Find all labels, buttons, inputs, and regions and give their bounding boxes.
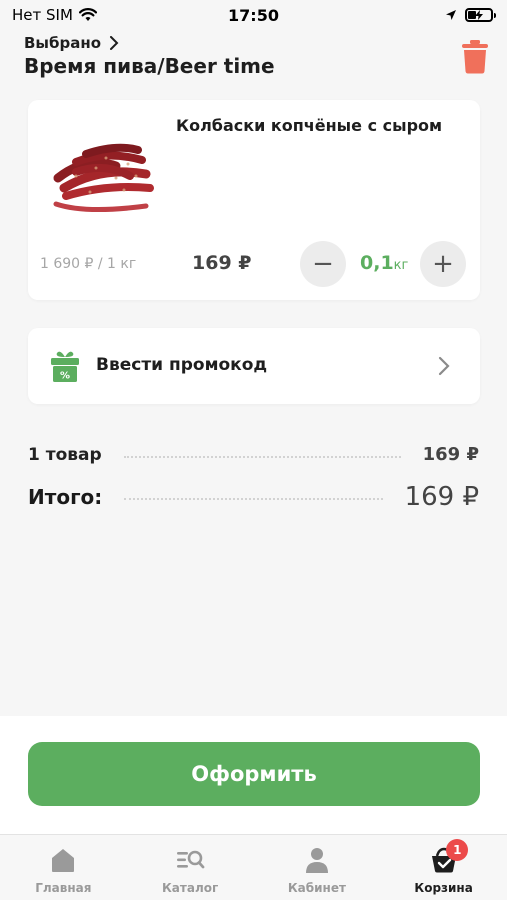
quantity-number: 0,1 (360, 252, 394, 274)
selected-label: Выбрано (24, 34, 101, 52)
cart-count-badge: 1 (446, 839, 469, 861)
status-left: Нет SIM (12, 6, 97, 24)
plus-icon: + (432, 249, 454, 279)
tab-home[interactable]: Главная (0, 835, 127, 900)
tab-cart[interactable]: 1 Корзина (380, 835, 507, 900)
dotted-leader (123, 455, 401, 458)
battery-icon (465, 8, 496, 22)
unit-price: 1 690 ₽ / 1 кг (40, 256, 137, 272)
status-right (445, 8, 496, 22)
tab-label: Главная (35, 881, 92, 895)
tab-account[interactable]: Кабинет (254, 835, 381, 900)
minus-icon: − (312, 249, 334, 279)
home-icon (52, 849, 75, 872)
quantity-value: 0,1кг (360, 252, 408, 274)
catalog-search-icon (177, 850, 205, 869)
dotted-leader (124, 498, 383, 500)
trash-icon[interactable] (461, 40, 489, 74)
chevron-right-icon (438, 356, 450, 376)
total-value: 169 ₽ (404, 482, 479, 512)
sausages-image (53, 143, 154, 213)
location-arrow-icon (446, 10, 456, 20)
gift-percent-icon: % (51, 351, 79, 382)
checkout-area: Оформить (0, 716, 507, 836)
charging-bolt-icon (475, 10, 483, 20)
user-icon (305, 848, 328, 873)
checkout-button[interactable]: Оформить (28, 742, 480, 806)
increase-quantity-button[interactable]: + (420, 241, 466, 287)
tab-label: Корзина (414, 881, 473, 895)
selected-store-link[interactable]: Выбрано (24, 34, 483, 52)
items-summary-row: 1 товар 169 ₽ (28, 444, 479, 465)
total-label: Итого: (28, 485, 103, 509)
items-count-label: 1 товар (28, 444, 102, 465)
status-bar: Нет SIM 17:50 (0, 0, 507, 30)
tab-label: Каталог (161, 881, 219, 895)
product-name[interactable]: Колбаски копчёные с сыром (176, 116, 456, 136)
item-price: 169 ₽ (192, 252, 252, 274)
chevron-right-icon (110, 36, 119, 50)
cart-item-card: Колбаски копчёные с сыром 1 690 ₽ / 1 кг… (28, 100, 480, 300)
total-summary-row: Итого: 169 ₽ (28, 482, 479, 512)
promo-code-label: Ввести промокод (96, 355, 268, 375)
carrier-label: Нет SIM (12, 6, 73, 24)
wifi-icon (78, 8, 97, 21)
decrease-quantity-button[interactable]: − (300, 241, 346, 287)
promo-code-button[interactable]: % Ввести промокод (28, 328, 480, 404)
header: Выбрано Время пива/Beer time (24, 34, 488, 84)
tab-catalog[interactable]: Каталог (127, 835, 254, 900)
svg-text:%: % (60, 371, 70, 382)
tab-label: Кабинет (287, 881, 346, 895)
store-name: Время пива/Beer time (24, 54, 275, 78)
quantity-unit: кг (393, 258, 409, 273)
tab-bar: Главная Каталог Кабинет 1 Корзина (0, 834, 507, 900)
items-subtotal: 169 ₽ (422, 444, 479, 465)
